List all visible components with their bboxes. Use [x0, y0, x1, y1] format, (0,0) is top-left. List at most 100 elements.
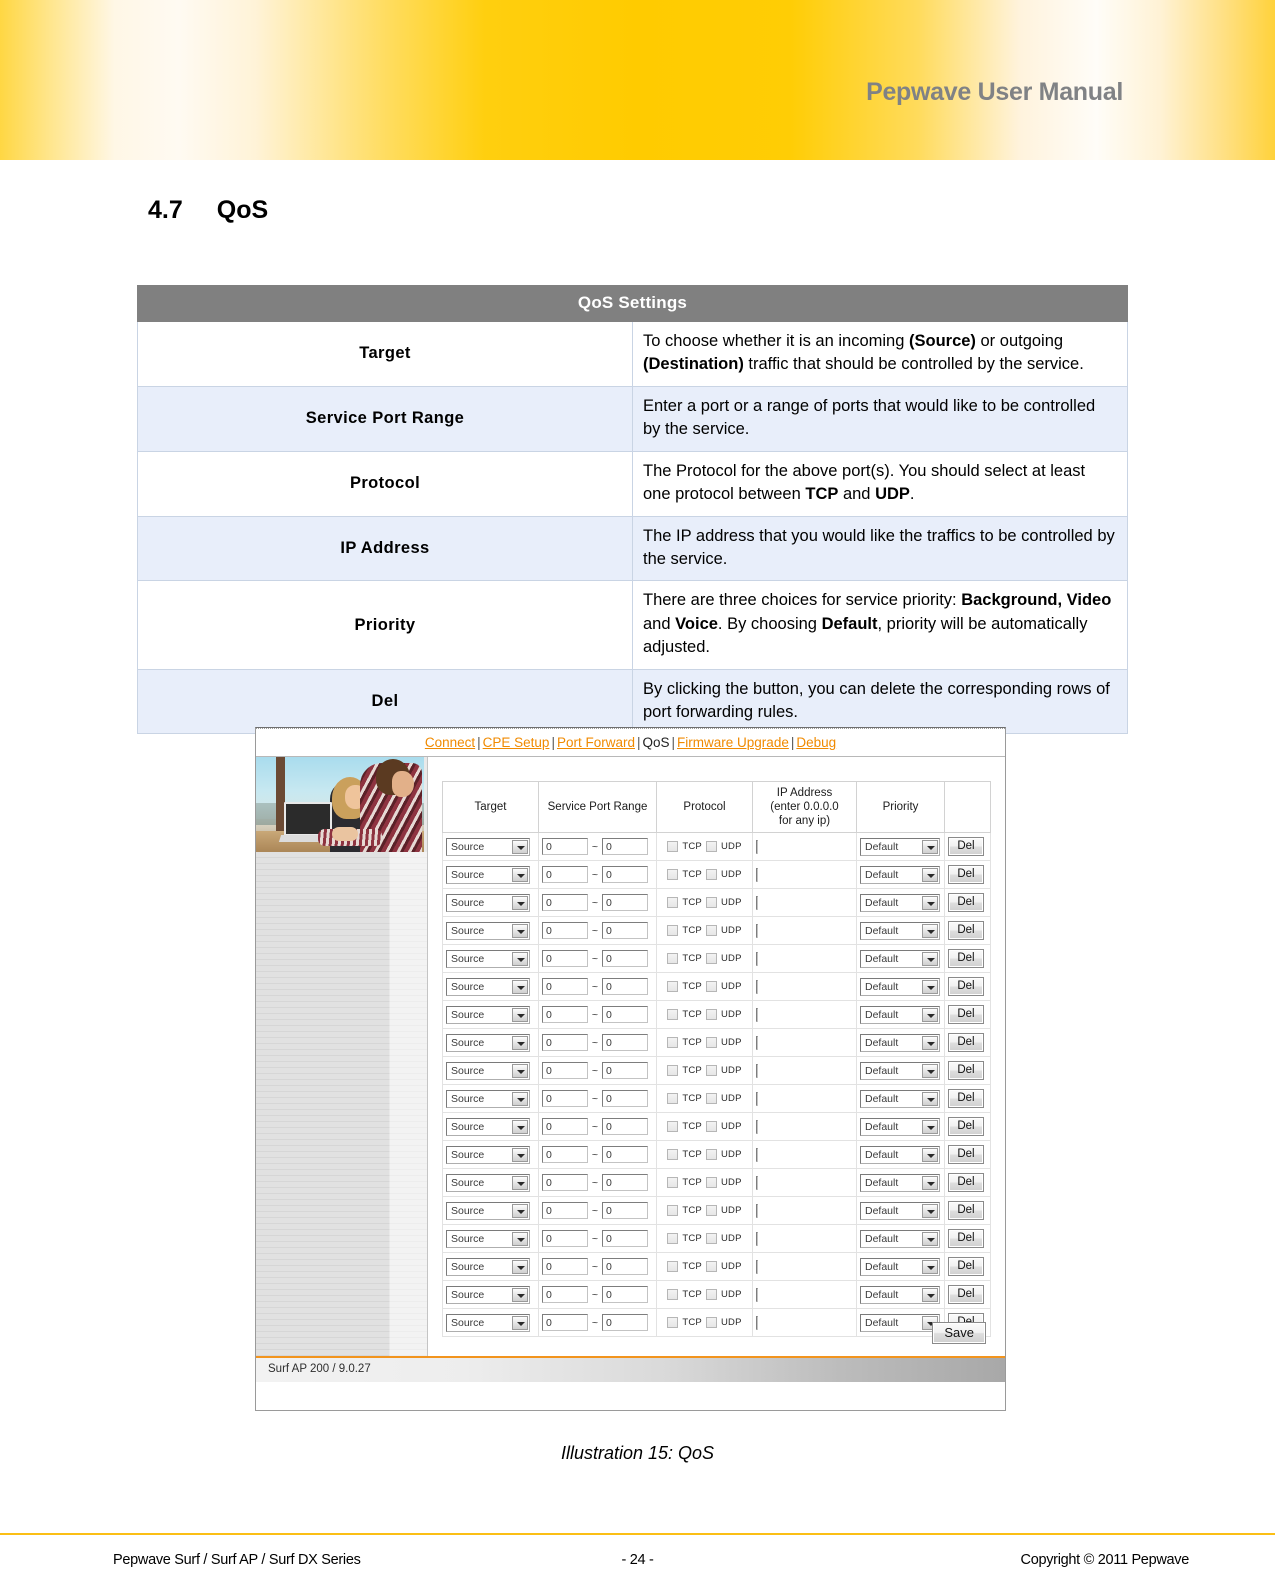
chevron-down-icon[interactable]: [922, 1231, 938, 1246]
chevron-down-icon[interactable]: [512, 895, 528, 910]
tcp-checkbox[interactable]: [667, 1233, 679, 1245]
priority-select[interactable]: Default: [860, 949, 940, 968]
target-select[interactable]: Source: [446, 921, 530, 940]
chevron-down-icon[interactable]: [512, 1035, 528, 1050]
ip-address-input[interactable]: [756, 1091, 758, 1106]
ip-address-input[interactable]: [756, 1007, 758, 1022]
port-start-input[interactable]: 0: [542, 950, 588, 968]
del-button[interactable]: Del: [948, 837, 984, 857]
udp-checkbox[interactable]: [705, 981, 717, 993]
port-end-input[interactable]: 0: [602, 1314, 648, 1332]
udp-checkbox[interactable]: [705, 1121, 717, 1133]
udp-checkbox[interactable]: [705, 1037, 717, 1049]
chevron-down-icon[interactable]: [922, 1063, 938, 1078]
priority-select[interactable]: Default: [860, 1033, 940, 1052]
port-start-input[interactable]: 0: [542, 922, 588, 940]
chevron-down-icon[interactable]: [512, 951, 528, 966]
tcp-checkbox[interactable]: [667, 1065, 679, 1077]
ip-address-input[interactable]: [756, 1175, 758, 1190]
port-start-input[interactable]: 0: [542, 1174, 588, 1192]
port-start-input[interactable]: 0: [542, 866, 588, 884]
chevron-down-icon[interactable]: [512, 1259, 528, 1274]
chevron-down-icon[interactable]: [512, 1287, 528, 1302]
port-start-input[interactable]: 0: [542, 1230, 588, 1248]
port-start-input[interactable]: 0: [542, 1062, 588, 1080]
udp-checkbox[interactable]: [705, 841, 717, 853]
target-select[interactable]: Source: [446, 1089, 530, 1108]
ip-address-input[interactable]: [756, 1203, 758, 1218]
ip-address-input[interactable]: [756, 1259, 758, 1274]
tcp-checkbox[interactable]: [667, 1317, 679, 1329]
udp-checkbox[interactable]: [705, 953, 717, 965]
priority-select[interactable]: Default: [860, 1089, 940, 1108]
del-button[interactable]: Del: [948, 949, 984, 969]
chevron-down-icon[interactable]: [922, 1035, 938, 1050]
tcp-checkbox[interactable]: [667, 1205, 679, 1217]
port-end-input[interactable]: 0: [602, 922, 648, 940]
port-start-input[interactable]: 0: [542, 978, 588, 996]
port-end-input[interactable]: 0: [602, 866, 648, 884]
port-start-input[interactable]: 0: [542, 1118, 588, 1136]
del-button[interactable]: Del: [948, 1117, 984, 1137]
port-end-input[interactable]: 0: [602, 1118, 648, 1136]
priority-select[interactable]: Default: [860, 977, 940, 996]
ip-address-input[interactable]: [756, 1147, 758, 1162]
target-select[interactable]: Source: [446, 893, 530, 912]
del-button[interactable]: Del: [948, 893, 984, 913]
udp-checkbox[interactable]: [705, 1149, 717, 1161]
port-start-input[interactable]: 0: [542, 1034, 588, 1052]
tcp-checkbox[interactable]: [667, 981, 679, 993]
chevron-down-icon[interactable]: [512, 1063, 528, 1078]
nav-link-connect[interactable]: Connect: [425, 735, 475, 750]
priority-select[interactable]: Default: [860, 837, 940, 856]
port-start-input[interactable]: 0: [542, 894, 588, 912]
tcp-checkbox[interactable]: [667, 1149, 679, 1161]
target-select[interactable]: Source: [446, 1005, 530, 1024]
nav-link-debug[interactable]: Debug: [796, 735, 836, 750]
udp-checkbox[interactable]: [705, 1177, 717, 1189]
priority-select[interactable]: Default: [860, 1145, 940, 1164]
udp-checkbox[interactable]: [705, 1317, 717, 1329]
port-end-input[interactable]: 0: [602, 1230, 648, 1248]
nav-link-cpe-setup[interactable]: CPE Setup: [483, 735, 550, 750]
tcp-checkbox[interactable]: [667, 925, 679, 937]
tcp-checkbox[interactable]: [667, 1093, 679, 1105]
tcp-checkbox[interactable]: [667, 1261, 679, 1273]
chevron-down-icon[interactable]: [512, 1147, 528, 1162]
chevron-down-icon[interactable]: [512, 867, 528, 882]
ip-address-input[interactable]: [756, 951, 758, 966]
tcp-checkbox[interactable]: [667, 897, 679, 909]
udp-checkbox[interactable]: [705, 1289, 717, 1301]
udp-checkbox[interactable]: [705, 1205, 717, 1217]
chevron-down-icon[interactable]: [512, 839, 528, 854]
chevron-down-icon[interactable]: [922, 1287, 938, 1302]
chevron-down-icon[interactable]: [922, 1007, 938, 1022]
chevron-down-icon[interactable]: [512, 1119, 528, 1134]
priority-select[interactable]: Default: [860, 1201, 940, 1220]
port-end-input[interactable]: 0: [602, 1006, 648, 1024]
del-button[interactable]: Del: [948, 1061, 984, 1081]
ip-address-input[interactable]: [756, 1287, 758, 1302]
tcp-checkbox[interactable]: [667, 1177, 679, 1189]
del-button[interactable]: Del: [948, 1229, 984, 1249]
port-end-input[interactable]: 0: [602, 1090, 648, 1108]
chevron-down-icon[interactable]: [922, 979, 938, 994]
chevron-down-icon[interactable]: [922, 839, 938, 854]
udp-checkbox[interactable]: [705, 1009, 717, 1021]
chevron-down-icon[interactable]: [512, 1007, 528, 1022]
target-select[interactable]: Source: [446, 1201, 530, 1220]
tcp-checkbox[interactable]: [667, 869, 679, 881]
tcp-checkbox[interactable]: [667, 1289, 679, 1301]
udp-checkbox[interactable]: [705, 1093, 717, 1105]
chevron-down-icon[interactable]: [922, 1175, 938, 1190]
del-button[interactable]: Del: [948, 865, 984, 885]
port-end-input[interactable]: 0: [602, 1174, 648, 1192]
chevron-down-icon[interactable]: [512, 1203, 528, 1218]
ip-address-input[interactable]: [756, 923, 758, 938]
chevron-down-icon[interactable]: [922, 923, 938, 938]
target-select[interactable]: Source: [446, 1229, 530, 1248]
del-button[interactable]: Del: [948, 977, 984, 997]
priority-select[interactable]: Default: [860, 1005, 940, 1024]
udp-checkbox[interactable]: [705, 869, 717, 881]
port-start-input[interactable]: 0: [542, 1286, 588, 1304]
